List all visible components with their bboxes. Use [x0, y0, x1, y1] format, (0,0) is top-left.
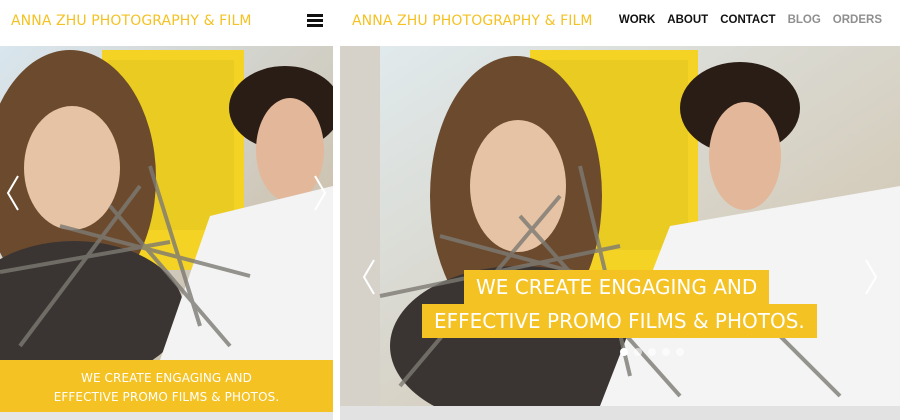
nav-blog[interactable]: BLOG: [788, 14, 821, 26]
footer-strip: [340, 406, 900, 420]
main-nav: WORK ABOUT CONTACT BLOG ORDERS: [619, 14, 882, 26]
chevron-right-icon[interactable]: [311, 174, 329, 212]
desktop-header: ANNA ZHU PHOTOGRAPHY & FILM WORK ABOUT C…: [340, 0, 900, 46]
hamburger-menu-icon[interactable]: [307, 14, 323, 28]
slider-dot[interactable]: [634, 348, 642, 356]
mobile-preview: ANNA ZHU PHOTOGRAPHY & FILM WE CREATE EN…: [0, 0, 333, 420]
hero-photo: [0, 46, 333, 360]
nav-about[interactable]: ABOUT: [667, 14, 708, 26]
hero-slider: WE CREATE ENGAGING AND EFFECTIVE PROMO F…: [340, 46, 900, 406]
mobile-header: ANNA ZHU PHOTOGRAPHY & FILM: [0, 0, 333, 46]
nav-orders[interactable]: ORDERS: [833, 14, 882, 26]
slider-dot[interactable]: [648, 348, 656, 356]
hero-slider: [0, 46, 333, 360]
tagline-banner: WE CREATE ENGAGING AND EFFECTIVE PROMO F…: [0, 360, 333, 412]
site-logo-text[interactable]: ANNA ZHU PHOTOGRAPHY & FILM: [11, 13, 252, 29]
site-logo-text[interactable]: ANNA ZHU PHOTOGRAPHY & FILM: [352, 13, 593, 29]
slider-dot[interactable]: [620, 348, 628, 356]
chevron-right-icon[interactable]: [862, 258, 880, 296]
tagline-line-1: WE CREATE ENGAGING AND: [81, 371, 252, 385]
hero-caption-line-1: WE CREATE ENGAGING AND: [464, 270, 770, 304]
hero-caption-line-2: EFFECTIVE PROMO FILMS & PHOTOS.: [422, 304, 817, 338]
slider-dot[interactable]: [662, 348, 670, 356]
nav-work[interactable]: WORK: [619, 14, 655, 26]
nav-contact[interactable]: CONTACT: [720, 14, 775, 26]
desktop-preview: ANNA ZHU PHOTOGRAPHY & FILM WORK ABOUT C…: [340, 0, 900, 420]
slider-dot[interactable]: [676, 348, 684, 356]
chevron-left-icon[interactable]: [4, 174, 22, 212]
tagline-line-2: EFFECTIVE PROMO FILMS & PHOTOS.: [53, 390, 280, 404]
footer-strip: [0, 412, 333, 420]
chevron-left-icon[interactable]: [360, 258, 378, 296]
